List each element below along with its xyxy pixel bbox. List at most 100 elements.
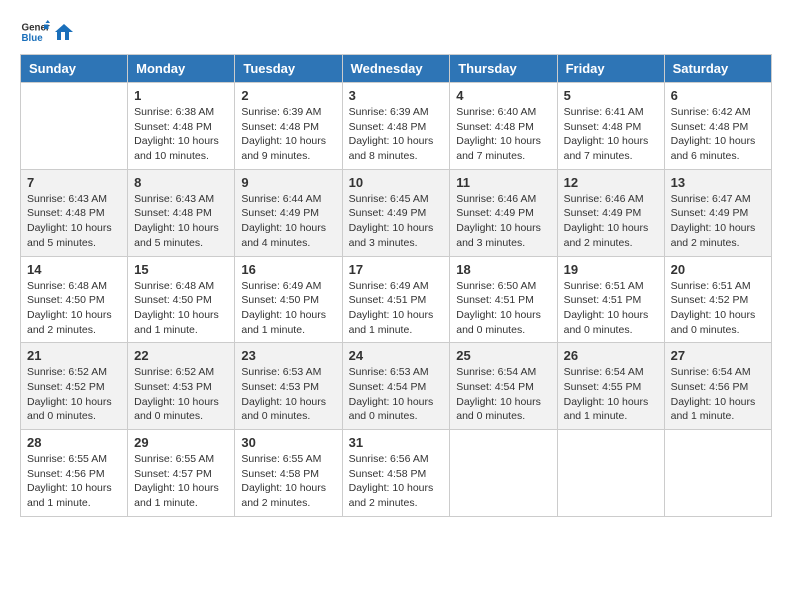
calendar-day-cell: 20 Sunrise: 6:51 AMSunset: 4:52 PMDayligh… <box>664 256 771 343</box>
day-cell-text: Sunrise: 6:46 AMSunset: 4:49 PMDaylight:… <box>456 192 550 251</box>
day-cell-text: Sunrise: 6:55 AMSunset: 4:57 PMDaylight:… <box>134 452 228 511</box>
day-number: 23 <box>241 348 335 363</box>
day-number: 3 <box>349 88 444 103</box>
calendar-day-cell: 28 Sunrise: 6:55 AMSunset: 4:56 PMDayligh… <box>21 430 128 517</box>
day-number: 7 <box>27 175 121 190</box>
day-number: 2 <box>241 88 335 103</box>
day-number: 27 <box>671 348 765 363</box>
day-number: 21 <box>27 348 121 363</box>
day-cell-text: Sunrise: 6:47 AMSunset: 4:49 PMDaylight:… <box>671 192 765 251</box>
logo: General Blue <box>20 20 74 44</box>
calendar-week-row: 21 Sunrise: 6:52 AMSunset: 4:52 PMDayligh… <box>21 343 772 430</box>
day-cell-text: Sunrise: 6:39 AMSunset: 4:48 PMDaylight:… <box>241 105 335 164</box>
day-cell-text: Sunrise: 6:53 AMSunset: 4:53 PMDaylight:… <box>241 365 335 424</box>
calendar-day-cell: 15Sunrise: 6:48 AMSunset: 4:50 PMDayligh… <box>128 256 235 343</box>
day-cell-text: Sunrise: 6:50 AMSunset: 4:51 PMDaylight:… <box>456 279 550 338</box>
day-number: 4 <box>456 88 550 103</box>
logo-bird-icon <box>55 24 73 40</box>
day-number: 5 <box>564 88 658 103</box>
day-cell-text: Sunrise: 6:49 AMSunset: 4:51 PMDaylight:… <box>349 279 444 338</box>
page-header: General Blue <box>20 20 772 44</box>
day-cell-text: Sunrise: 6:56 AMSunset: 4:58 PMDaylight:… <box>349 452 444 511</box>
day-number: 19 <box>564 262 658 277</box>
day-number: 28 <box>27 435 121 450</box>
calendar-day-cell: 8 Sunrise: 6:43 AMSunset: 4:48 PMDaylight… <box>128 169 235 256</box>
day-cell-text: Sunrise: 6:41 AMSunset: 4:48 PMDaylight:… <box>564 105 658 164</box>
calendar-day-cell: 30Sunrise: 6:55 AMSunset: 4:58 PMDayligh… <box>235 430 342 517</box>
calendar-day-cell: 31 Sunrise: 6:56 AMSunset: 4:58 PMDayligh… <box>342 430 450 517</box>
day-header-saturday: Saturday <box>664 55 771 83</box>
calendar-week-row: 7 Sunrise: 6:43 AMSunset: 4:48 PMDaylight… <box>21 169 772 256</box>
svg-text:Blue: Blue <box>22 33 44 44</box>
calendar-day-cell: 2 Sunrise: 6:39 AMSunset: 4:48 PMDaylight… <box>235 83 342 170</box>
calendar-day-cell: 4 Sunrise: 6:40 AMSunset: 4:48 PMDaylight… <box>450 83 557 170</box>
calendar-table: SundayMondayTuesdayWednesdayThursdayFrid… <box>20 54 772 517</box>
day-header-wednesday: Wednesday <box>342 55 450 83</box>
day-number: 20 <box>671 262 765 277</box>
day-number: 16 <box>241 262 335 277</box>
calendar-day-cell: 10Sunrise: 6:45 AMSunset: 4:49 PMDayligh… <box>342 169 450 256</box>
day-cell-text: Sunrise: 6:43 AMSunset: 4:48 PMDaylight:… <box>134 192 228 251</box>
day-cell-text: Sunrise: 6:42 AMSunset: 4:48 PMDaylight:… <box>671 105 765 164</box>
calendar-day-cell: 24 Sunrise: 6:53 AMSunset: 4:54 PMDayligh… <box>342 343 450 430</box>
calendar-header-row: SundayMondayTuesdayWednesdayThursdayFrid… <box>21 55 772 83</box>
day-header-tuesday: Tuesday <box>235 55 342 83</box>
day-number: 26 <box>564 348 658 363</box>
calendar-day-cell: 11 Sunrise: 6:46 AMSunset: 4:49 PMDayligh… <box>450 169 557 256</box>
calendar-week-row: 28 Sunrise: 6:55 AMSunset: 4:56 PMDayligh… <box>21 430 772 517</box>
calendar-day-cell: 22 Sunrise: 6:52 AMSunset: 4:53 PMDayligh… <box>128 343 235 430</box>
day-cell-text: Sunrise: 6:49 AMSunset: 4:50 PMDaylight:… <box>241 279 335 338</box>
day-number: 9 <box>241 175 335 190</box>
day-cell-text: Sunrise: 6:46 AMSunset: 4:49 PMDaylight:… <box>564 192 658 251</box>
calendar-day-cell: 6 Sunrise: 6:42 AMSunset: 4:48 PMDaylight… <box>664 83 771 170</box>
calendar-day-cell: 9Sunrise: 6:44 AMSunset: 4:49 PMDaylight… <box>235 169 342 256</box>
calendar-day-cell: 27 Sunrise: 6:54 AMSunset: 4:56 PMDayligh… <box>664 343 771 430</box>
calendar-day-cell: 14Sunrise: 6:48 AMSunset: 4:50 PMDayligh… <box>21 256 128 343</box>
day-cell-text: Sunrise: 6:55 AMSunset: 4:58 PMDaylight:… <box>241 452 335 511</box>
day-header-friday: Friday <box>557 55 664 83</box>
calendar-week-row: 1Sunrise: 6:38 AMSunset: 4:48 PMDaylight… <box>21 83 772 170</box>
calendar-day-cell: 21 Sunrise: 6:52 AMSunset: 4:52 PMDayligh… <box>21 343 128 430</box>
day-cell-text: Sunrise: 6:55 AMSunset: 4:56 PMDaylight:… <box>27 452 121 511</box>
day-cell-text: Sunrise: 6:43 AMSunset: 4:48 PMDaylight:… <box>27 192 121 251</box>
day-cell-text: Sunrise: 6:52 AMSunset: 4:53 PMDaylight:… <box>134 365 228 424</box>
day-number: 1 <box>134 88 228 103</box>
day-header-thursday: Thursday <box>450 55 557 83</box>
day-number: 8 <box>134 175 228 190</box>
calendar-day-cell: 26 Sunrise: 6:54 AMSunset: 4:55 PMDayligh… <box>557 343 664 430</box>
empty-cell <box>21 83 128 170</box>
day-cell-text: Sunrise: 6:40 AMSunset: 4:48 PMDaylight:… <box>456 105 550 164</box>
day-cell-text: Sunrise: 6:51 AMSunset: 4:52 PMDaylight:… <box>671 279 765 338</box>
day-cell-text: Sunrise: 6:51 AMSunset: 4:51 PMDaylight:… <box>564 279 658 338</box>
day-number: 22 <box>134 348 228 363</box>
calendar-day-cell: 17Sunrise: 6:49 AMSunset: 4:51 PMDayligh… <box>342 256 450 343</box>
day-cell-text: Sunrise: 6:54 AMSunset: 4:56 PMDaylight:… <box>671 365 765 424</box>
day-number: 6 <box>671 88 765 103</box>
calendar-day-cell: 7 Sunrise: 6:43 AMSunset: 4:48 PMDaylight… <box>21 169 128 256</box>
day-number: 11 <box>456 175 550 190</box>
empty-cell <box>664 430 771 517</box>
logo-icon: General Blue <box>20 20 50 44</box>
calendar-day-cell: 1Sunrise: 6:38 AMSunset: 4:48 PMDaylight… <box>128 83 235 170</box>
day-cell-text: Sunrise: 6:52 AMSunset: 4:52 PMDaylight:… <box>27 365 121 424</box>
day-number: 14 <box>27 262 121 277</box>
day-number: 10 <box>349 175 444 190</box>
calendar-day-cell: 16 Sunrise: 6:49 AMSunset: 4:50 PMDayligh… <box>235 256 342 343</box>
calendar-week-row: 14Sunrise: 6:48 AMSunset: 4:50 PMDayligh… <box>21 256 772 343</box>
day-number: 13 <box>671 175 765 190</box>
day-cell-text: Sunrise: 6:39 AMSunset: 4:48 PMDaylight:… <box>349 105 444 164</box>
day-header-sunday: Sunday <box>21 55 128 83</box>
calendar-day-cell: 5 Sunrise: 6:41 AMSunset: 4:48 PMDaylight… <box>557 83 664 170</box>
day-cell-text: Sunrise: 6:54 AMSunset: 4:55 PMDaylight:… <box>564 365 658 424</box>
day-number: 18 <box>456 262 550 277</box>
day-number: 24 <box>349 348 444 363</box>
day-number: 12 <box>564 175 658 190</box>
calendar-day-cell: 18 Sunrise: 6:50 AMSunset: 4:51 PMDayligh… <box>450 256 557 343</box>
calendar-day-cell: 12 Sunrise: 6:46 AMSunset: 4:49 PMDayligh… <box>557 169 664 256</box>
day-cell-text: Sunrise: 6:53 AMSunset: 4:54 PMDaylight:… <box>349 365 444 424</box>
calendar-day-cell: 29Sunrise: 6:55 AMSunset: 4:57 PMDayligh… <box>128 430 235 517</box>
day-number: 31 <box>349 435 444 450</box>
day-number: 25 <box>456 348 550 363</box>
empty-cell <box>450 430 557 517</box>
calendar-day-cell: 13 Sunrise: 6:47 AMSunset: 4:49 PMDayligh… <box>664 169 771 256</box>
